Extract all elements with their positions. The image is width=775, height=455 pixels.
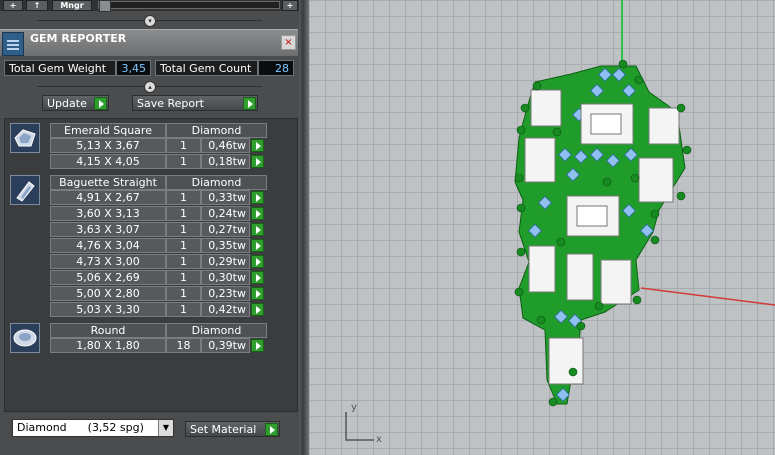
- select-row-button[interactable]: [251, 287, 264, 300]
- group-material: Diamond: [166, 323, 267, 338]
- baguette-stone: [528, 245, 556, 293]
- top-toolbar: + ↑ Mngr +: [0, 0, 300, 12]
- total-count-value: 28: [258, 60, 294, 76]
- save-report-button[interactable]: Save Report: [132, 95, 258, 111]
- select-row-button[interactable]: [251, 239, 264, 252]
- gem-weight: 0,24tw: [201, 206, 250, 221]
- baguette-stone: [524, 137, 556, 183]
- gem-count: 1: [166, 238, 201, 253]
- gem-weight: 0,29tw: [201, 254, 250, 269]
- baguette-stone: [600, 259, 632, 305]
- round-gem-icon: [10, 323, 40, 353]
- add-button[interactable]: +: [282, 0, 298, 11]
- total-weight-value: 3,45: [116, 60, 151, 76]
- select-row-button[interactable]: [251, 303, 264, 316]
- update-button[interactable]: Update: [42, 95, 109, 111]
- save-report-label: Save Report: [137, 97, 204, 110]
- set-material-button[interactable]: Set Material: [185, 421, 280, 437]
- set-material-label: Set Material: [190, 423, 257, 436]
- gem-size: 3,60 X 3,13: [50, 206, 166, 221]
- gem-count: 1: [166, 254, 201, 269]
- select-row-button[interactable]: [251, 255, 264, 268]
- update-label: Update: [47, 97, 87, 110]
- toolbar-slider[interactable]: [98, 0, 280, 12]
- gem-count: 1: [166, 270, 201, 285]
- collapse-toggle-icon[interactable]: ▾: [144, 15, 156, 27]
- gem-count: 1: [166, 222, 201, 237]
- gem-size: 4,73 X 3,00: [50, 254, 166, 269]
- panel-splitter[interactable]: [299, 0, 309, 455]
- gem-size: 3,63 X 3,07: [50, 222, 166, 237]
- gem-size: 5,06 X 2,69: [50, 270, 166, 285]
- emerald-cut-gem-icon: [10, 123, 40, 153]
- select-row-button[interactable]: [251, 207, 264, 220]
- jewelry-model: [345, 0, 775, 441]
- close-icon[interactable]: ×: [281, 35, 296, 50]
- world-x-axis: [640, 287, 775, 306]
- page-title: GEM REPORTER: [30, 32, 127, 45]
- gem-count: 18: [166, 338, 201, 353]
- gem-size: 5,00 X 2,80: [50, 286, 166, 301]
- manager-button[interactable]: Mngr: [52, 0, 92, 11]
- gem-weight: 0,30tw: [201, 270, 250, 285]
- select-row-button[interactable]: [251, 191, 264, 204]
- group-name: Round: [50, 323, 166, 338]
- gem-size: 4,76 X 3,04: [50, 238, 166, 253]
- gem-count: 1: [166, 286, 201, 301]
- total-weight-label: Total Gem Weight: [4, 60, 116, 76]
- play-icon: [265, 423, 278, 436]
- baguette-stone: [566, 253, 594, 301]
- axis-indicator: [345, 412, 374, 441]
- baguette-stone: [548, 337, 584, 385]
- gem-size: 4,91 X 2,67: [50, 190, 166, 205]
- emerald-stone: [530, 89, 562, 127]
- 3d-viewport[interactable]: y x: [309, 0, 775, 455]
- baguette-stone: [638, 157, 674, 203]
- gem-count: 1: [166, 302, 201, 317]
- material-select-value: Diamond (3,52 spg): [17, 421, 144, 434]
- play-icon: [94, 97, 107, 110]
- gem-reporter-header: GEM REPORTER ×: [0, 29, 298, 56]
- select-row-button[interactable]: [251, 155, 264, 168]
- gem-count: 1: [166, 154, 201, 169]
- gem-weight: 0,23tw: [201, 286, 250, 301]
- gem-count: 1: [166, 206, 201, 221]
- gem-weight: 0,35tw: [201, 238, 250, 253]
- total-count-label: Total Gem Count: [155, 60, 258, 76]
- collapse-toggle-icon[interactable]: ▴: [144, 81, 156, 93]
- group-material: Diamond: [166, 123, 267, 138]
- gem-count: 1: [166, 138, 201, 153]
- slider-knob[interactable]: [99, 0, 111, 12]
- gem-size: 5,03 X 3,30: [50, 302, 166, 317]
- select-row-button[interactable]: [251, 339, 264, 352]
- gem-size: 1,80 X 1,80: [50, 338, 166, 353]
- gem-size: 4,15 X 4,05: [50, 154, 166, 169]
- gem-weight: 0,33tw: [201, 190, 250, 205]
- gem-weight: 0,18tw: [201, 154, 250, 169]
- group-name: Emerald Square: [50, 123, 166, 138]
- gem-count: 1: [166, 190, 201, 205]
- gem-weight: 0,39tw: [201, 338, 250, 353]
- axis-x-label: x: [376, 434, 382, 445]
- gem-weight: 0,46tw: [201, 138, 250, 153]
- gem-table: Emerald Square Diamond 5,13 X 3,67 1 0,4…: [4, 118, 298, 412]
- plus-button[interactable]: +: [3, 0, 23, 11]
- gem-weight: 0,27tw: [201, 222, 250, 237]
- play-icon: [243, 97, 256, 110]
- group-name: Baguette Straight: [50, 175, 166, 190]
- up-arrow-button[interactable]: ↑: [26, 0, 48, 11]
- select-row-button[interactable]: [251, 139, 264, 152]
- material-select[interactable]: Diamond (3,52 spg) ▼: [12, 419, 174, 437]
- gem-size: 5,13 X 3,67: [50, 138, 166, 153]
- emerald-stone: [648, 107, 680, 145]
- gem-weight: 0,42tw: [201, 302, 250, 317]
- chevron-down-icon[interactable]: ▼: [158, 420, 173, 436]
- axis-y-label: y: [351, 402, 357, 413]
- gem-reporter-panel: + ↑ Mngr + ▾ GEM REPORTER × Total Gem We…: [0, 0, 301, 455]
- select-row-button[interactable]: [251, 223, 264, 236]
- select-row-button[interactable]: [251, 271, 264, 284]
- group-material: Diamond: [166, 175, 267, 190]
- baguette-gem-icon: [10, 175, 40, 205]
- report-icon: [2, 32, 24, 56]
